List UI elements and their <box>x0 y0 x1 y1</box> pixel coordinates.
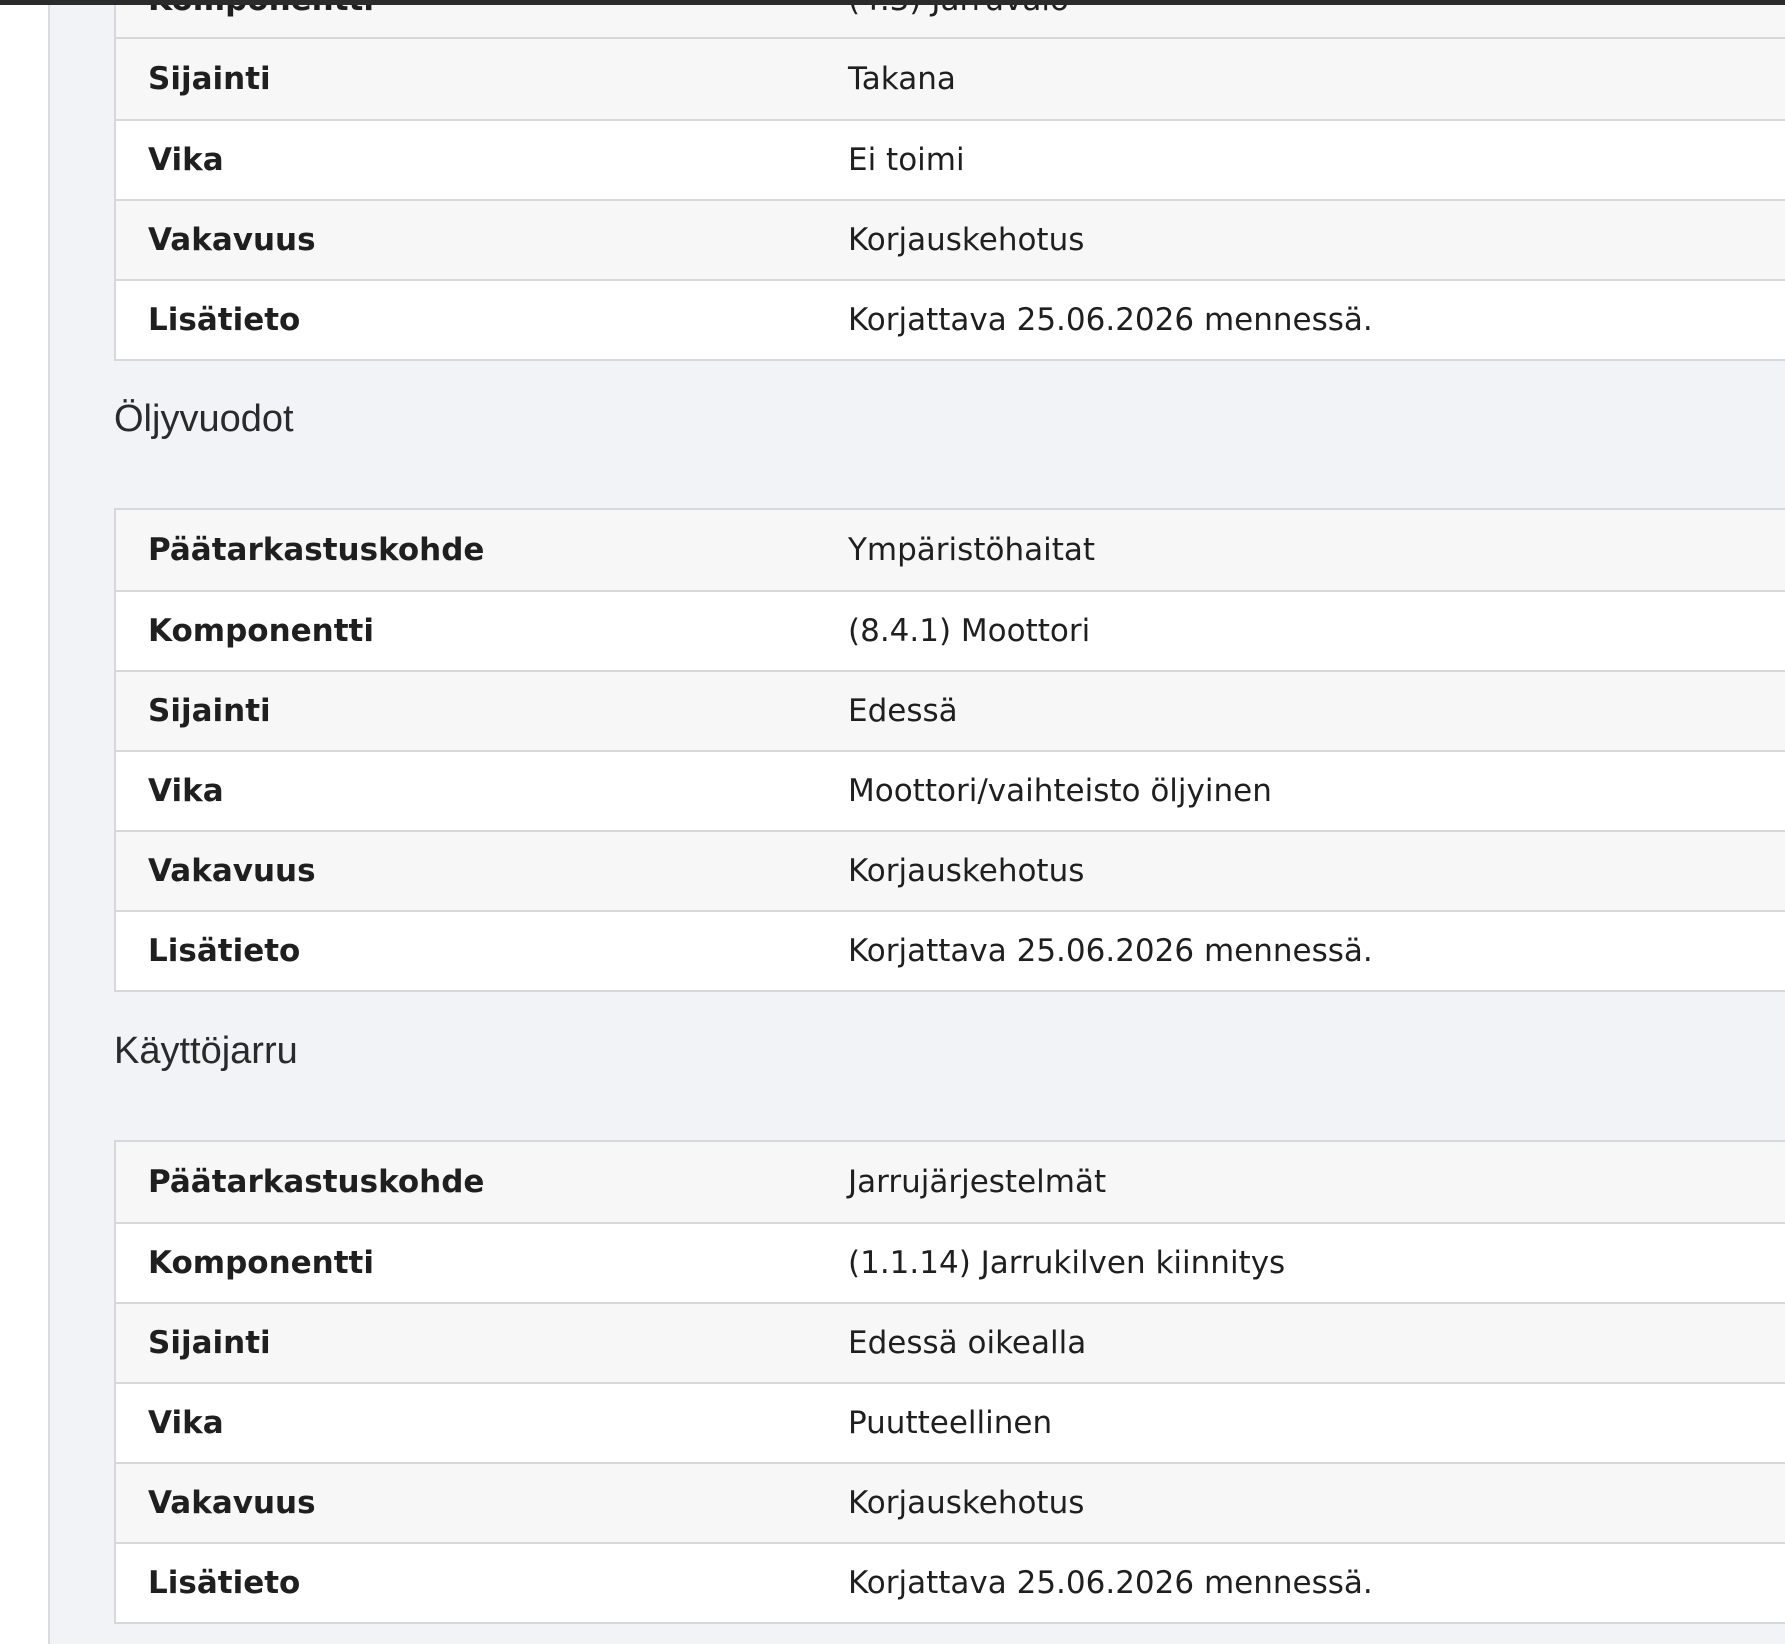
section-title-service-brake: Käyttöjarru <box>114 1030 298 1072</box>
row-label: Vakavuus <box>148 222 316 258</box>
row-value: Jarrujärjestelmät <box>848 1164 1107 1200</box>
table-row: Vika Puutteellinen <box>116 1382 1785 1462</box>
fault-table-brake-light: Sijainti Takana Vika Ei toimi Vakavuus K… <box>114 37 1785 361</box>
row-value: Korjattava 25.06.2026 mennessä. <box>848 1565 1373 1601</box>
row-value: Takana <box>848 61 956 97</box>
left-sidebar-gutter <box>0 5 50 1644</box>
row-value: Edessä oikealla <box>848 1325 1087 1361</box>
row-value: (1.1.14) Jarrukilven kiinnitys <box>848 1245 1286 1281</box>
table-row: Vakavuus Korjauskehotus <box>116 1462 1785 1542</box>
row-value: Korjauskehotus <box>848 853 1085 889</box>
table-row: Lisätieto Korjattava 25.06.2026 mennessä… <box>116 279 1785 359</box>
fault-table-oil-leaks: Päätarkastuskohde Ympäristöhaitat Kompon… <box>114 508 1785 992</box>
table-row: Päätarkastuskohde Ympäristöhaitat <box>116 510 1785 590</box>
table-row: Sijainti Edessä <box>116 670 1785 750</box>
row-value: Puutteellinen <box>848 1405 1053 1441</box>
table-row: Vakavuus Korjauskehotus <box>116 830 1785 910</box>
row-label: Lisätieto <box>148 1565 301 1601</box>
partial-table-row: Komponentti (4.3) Jarruvalo <box>114 5 1785 41</box>
table-row: Sijainti Takana <box>116 39 1785 119</box>
table-row: Sijainti Edessä oikealla <box>116 1302 1785 1382</box>
row-value: Korjauskehotus <box>848 222 1085 258</box>
row-value: Korjauskehotus <box>848 1485 1085 1521</box>
row-value: Moottori/vaihteisto öljyinen <box>848 773 1272 809</box>
row-label: Lisätieto <box>148 933 301 969</box>
table-row: Komponentti (1.1.14) Jarrukilven kiinnit… <box>116 1222 1785 1302</box>
row-label: Sijainti <box>148 1325 271 1361</box>
row-label: Sijainti <box>148 61 271 97</box>
table-row: Vika Moottori/vaihteisto öljyinen <box>116 750 1785 830</box>
row-value: Ympäristöhaitat <box>848 532 1096 568</box>
row-value: Ei toimi <box>848 142 965 178</box>
row-value: (8.4.1) Moottori <box>848 613 1091 649</box>
fault-table-service-brake: Päätarkastuskohde Jarrujärjestelmät Komp… <box>114 1140 1785 1624</box>
table-row: Lisätieto Korjattava 25.06.2026 mennessä… <box>116 1542 1785 1622</box>
row-label: Komponentti <box>116 5 848 18</box>
row-value: Korjattava 25.06.2026 mennessä. <box>848 302 1373 338</box>
row-label: Vakavuus <box>148 1485 316 1521</box>
row-value: (4.3) Jarruvalo <box>848 5 1785 18</box>
table-row: Vika Ei toimi <box>116 119 1785 199</box>
section-title-oil-leaks: Öljyvuodot <box>114 398 294 440</box>
row-label: Päätarkastuskohde <box>148 532 485 568</box>
row-label: Komponentti <box>148 613 374 649</box>
row-label: Vika <box>148 142 224 178</box>
row-value: Korjattava 25.06.2026 mennessä. <box>848 933 1373 969</box>
inspection-details-content: Komponentti (4.3) Jarruvalo Sijainti Tak… <box>50 5 1785 1644</box>
row-label: Sijainti <box>148 693 271 729</box>
row-label: Päätarkastuskohde <box>148 1164 485 1200</box>
table-row: Lisätieto Korjattava 25.06.2026 mennessä… <box>116 910 1785 990</box>
row-label: Vakavuus <box>148 853 316 889</box>
table-row: Vakavuus Korjauskehotus <box>116 199 1785 279</box>
table-row: Komponentti (8.4.1) Moottori <box>116 590 1785 670</box>
row-label: Vika <box>148 773 224 809</box>
row-label: Vika <box>148 1405 224 1441</box>
row-value: Edessä <box>848 693 958 729</box>
row-label: Komponentti <box>148 1245 374 1281</box>
table-row: Päätarkastuskohde Jarrujärjestelmät <box>116 1142 1785 1222</box>
row-label: Lisätieto <box>148 302 301 338</box>
